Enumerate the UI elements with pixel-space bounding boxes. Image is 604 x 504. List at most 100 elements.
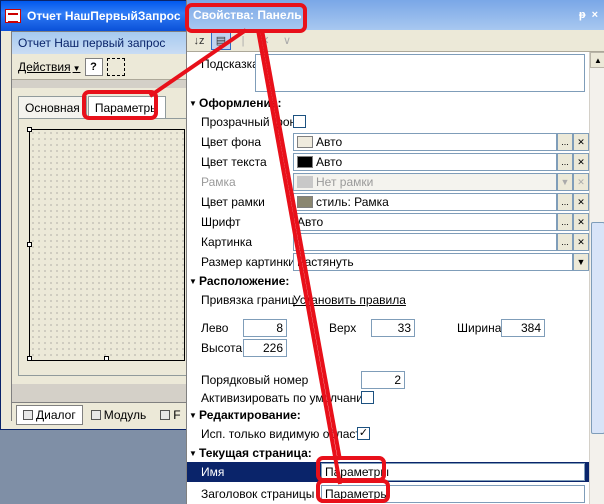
panel-grid-area[interactable] xyxy=(27,127,185,361)
vertical-scrollbar[interactable]: ▲ xyxy=(589,52,604,504)
left-input[interactable]: 8 xyxy=(243,319,287,337)
prop-label: Привязка границ xyxy=(201,293,295,307)
pin-icon[interactable]: ᵽ xyxy=(579,9,586,21)
scroll-up-icon[interactable]: ▲ xyxy=(590,52,604,68)
border-color-field[interactable]: стиль: Рамка xyxy=(293,193,557,211)
prop-anchor-row: Привязка границ Установить правила xyxy=(187,290,589,310)
prop-label: Высота xyxy=(201,341,243,355)
tab-parameters[interactable]: Параметры xyxy=(87,96,166,118)
prop-border-row: Рамка Нет рамки ▼ ✕ xyxy=(187,172,589,192)
ellipsis-button[interactable]: ... xyxy=(557,233,573,251)
tab-page-parameters xyxy=(18,118,194,376)
font-field[interactable]: Авто xyxy=(293,213,557,231)
anchor-rules-link[interactable]: Установить правила xyxy=(293,293,406,307)
section-appearance[interactable]: ▼ Оформление: xyxy=(187,94,589,112)
categorize-icon[interactable]: ▤ xyxy=(211,31,231,50)
clear-button[interactable]: ✕ xyxy=(573,153,589,171)
collapse-triangle-icon: ▼ xyxy=(189,410,197,420)
resize-handle[interactable] xyxy=(27,356,32,361)
prop-label: Имя xyxy=(201,465,225,479)
form-designer-window: Отчет НашПервыйЗапрос Отчет Наш первый з… xyxy=(0,0,201,430)
bg-color-field[interactable]: Авто xyxy=(293,133,557,151)
prop-label: Рамка xyxy=(201,175,236,189)
dropdown-arrow-icon[interactable]: ▼ xyxy=(573,253,589,271)
prop-label: Размер картинки xyxy=(201,255,295,269)
section-current-page[interactable]: ▼ Текущая страница: xyxy=(187,444,589,462)
report-icon xyxy=(5,9,21,23)
text-color-field[interactable]: Авто xyxy=(293,153,557,171)
help-button[interactable]: ? xyxy=(84,57,103,76)
section-layout[interactable]: ▼ Расположение: xyxy=(187,272,589,290)
width-input[interactable]: 384 xyxy=(501,319,545,337)
ellipsis-button[interactable]: ... xyxy=(557,213,573,231)
prop-font-row: Шрифт Авто ... ✕ xyxy=(187,212,589,232)
prop-label: Порядковый номер xyxy=(201,373,309,387)
height-input[interactable]: 226 xyxy=(243,339,287,357)
prop-order-row: Порядковый номер 2 xyxy=(187,370,589,390)
prop-label: Подсказка xyxy=(201,57,259,71)
prop-position-row: Лево 8 Верх 33 Ширина 384 xyxy=(187,318,589,338)
prop-label: Цвет рамки xyxy=(201,195,265,209)
sort-az-icon[interactable]: ↓z xyxy=(189,32,209,50)
order-input[interactable]: 2 xyxy=(361,371,405,389)
prop-label: Верх xyxy=(329,321,357,335)
prop-label: Активизировать по умолчанию xyxy=(201,391,372,405)
prop-label: Цвет фона xyxy=(201,135,262,149)
ellipsis-button[interactable]: ... xyxy=(557,193,573,211)
tab-dialog[interactable]: Диалог xyxy=(16,404,83,425)
header-input[interactable]: Параметры xyxy=(321,485,585,503)
section-editing[interactable]: ▼ Редактирование: xyxy=(187,406,589,424)
clear-icon[interactable]: ✕ xyxy=(255,32,275,50)
separator-icon: | xyxy=(241,34,245,47)
name-input[interactable]: Параметры xyxy=(321,463,585,481)
clear-button: ✕ xyxy=(573,173,589,191)
hint-input[interactable] xyxy=(255,54,585,92)
form-inner-title: Отчет Наш первый запрос xyxy=(12,32,200,54)
prop-bordercolor-row: Цвет рамки стиль: Рамка ... ✕ xyxy=(187,192,589,212)
properties-titlebar[interactable]: Свойства: Панель ᵽ × xyxy=(187,0,604,30)
form-body: Основная Параметры xyxy=(12,88,200,384)
top-input[interactable]: 33 xyxy=(371,319,415,337)
dropdown-arrow-icon: ▼ xyxy=(557,173,573,191)
prop-label: Цвет текста xyxy=(201,155,267,169)
chevron-down-icon: ▼ xyxy=(72,63,81,73)
tab-module[interactable]: Модуль xyxy=(85,406,153,424)
prop-textcolor-row: Цвет текста Авто ... ✕ xyxy=(187,152,589,172)
form-window-title: Отчет НашПервыйЗапрос xyxy=(27,9,181,23)
clear-button[interactable]: ✕ xyxy=(573,213,589,231)
clear-button[interactable]: ✕ xyxy=(573,133,589,151)
page-icon xyxy=(160,409,171,420)
clear-button[interactable]: ✕ xyxy=(573,233,589,251)
properties-toolbar: ↓z ▤ | ✕ ∨ xyxy=(187,30,604,52)
visible-only-checkbox[interactable]: ✓ xyxy=(357,427,370,440)
prop-height-row: Высота 226 xyxy=(187,338,589,358)
picture-size-select[interactable]: Растянуть xyxy=(293,253,573,271)
tab-main[interactable]: Основная xyxy=(18,96,87,118)
collapse-triangle-icon: ▼ xyxy=(189,276,197,286)
prop-label: Заголовок страницы xyxy=(201,487,315,501)
resize-handle[interactable] xyxy=(27,127,32,132)
resize-handle[interactable] xyxy=(27,242,32,247)
default-checkbox[interactable] xyxy=(361,391,374,404)
check-icon[interactable]: ∨ xyxy=(277,32,297,50)
prop-default-row: Активизировать по умолчанию xyxy=(187,388,589,408)
scroll-thumb[interactable] xyxy=(591,222,604,434)
tab-more[interactable]: F xyxy=(154,406,186,424)
clear-button[interactable]: ✕ xyxy=(573,193,589,211)
close-icon[interactable]: × xyxy=(592,9,598,21)
ellipsis-button[interactable]: ... xyxy=(557,133,573,151)
picture-field[interactable] xyxy=(293,233,557,251)
ellipsis-button[interactable]: ... xyxy=(557,153,573,171)
prop-name-row[interactable]: Имя Параметры xyxy=(187,462,589,482)
prop-label: Лево xyxy=(201,321,229,335)
color-swatch xyxy=(297,196,313,208)
actions-menu[interactable]: Действия ▼ xyxy=(18,60,81,74)
prop-bgcolor-row: Цвет фона Авто ... ✕ xyxy=(187,132,589,152)
form-window-titlebar[interactable]: Отчет НашПервыйЗапрос xyxy=(1,1,199,31)
transparent-checkbox[interactable] xyxy=(293,115,306,128)
resize-handle[interactable] xyxy=(104,356,109,361)
select-frame-icon[interactable] xyxy=(106,57,125,76)
collapse-triangle-icon: ▼ xyxy=(189,448,197,458)
color-swatch xyxy=(297,156,313,168)
form-toolbar: Действия ▼ ? xyxy=(12,54,200,80)
